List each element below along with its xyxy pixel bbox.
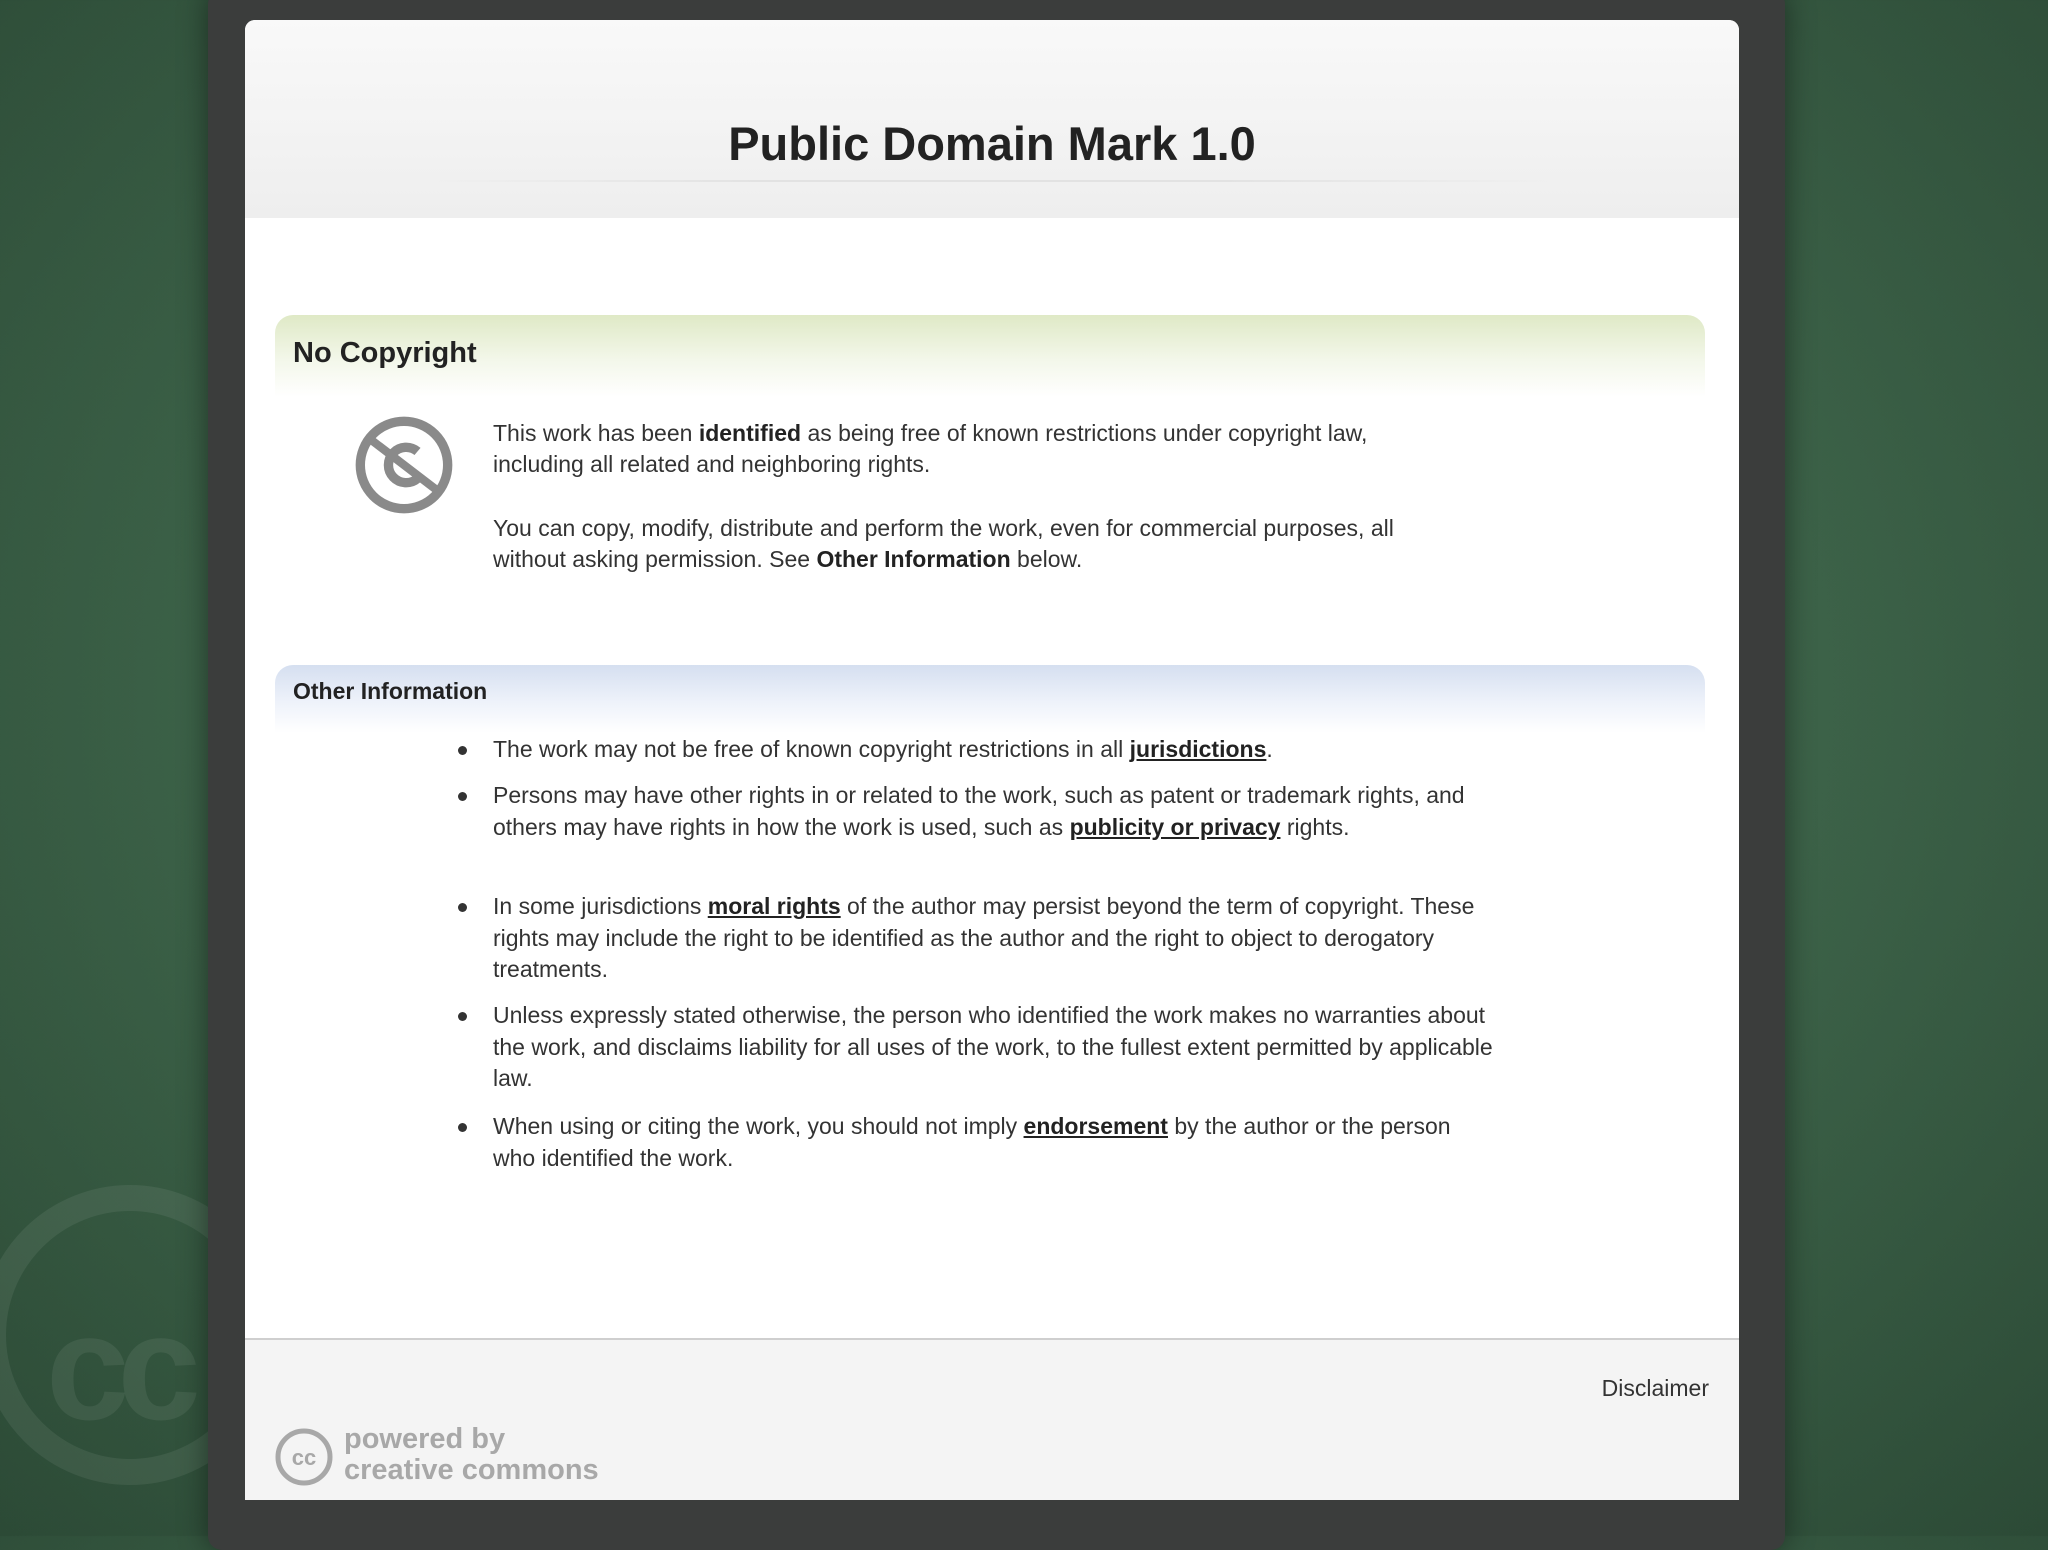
other-information-section-header: Other Information [275,665,1705,733]
list-item: In some jurisdictions moral rights of th… [458,891,1493,986]
page-footer: Disclaimer cc powered by creative common… [245,1340,1739,1500]
list-item: Unless expressly stated otherwise, the p… [458,1000,1493,1095]
header-divider [425,180,1559,182]
no-copyright-description: This work has been identified as being f… [493,420,1368,477]
deed-page: Public Domain Mark 1.0 No Copyright This… [245,20,1739,1500]
bullet-icon [458,903,467,912]
endorsement-link[interactable]: endorsement [1024,1113,1168,1139]
list-item: When using or citing the work, you shoul… [458,1111,1493,1174]
bullet-icon [458,746,467,755]
jurisdictions-link[interactable]: jurisdictions [1130,736,1267,762]
cc-logo-text: cc [292,1445,316,1470]
bullet-icon [458,1012,467,1021]
bullet-icon [458,1123,467,1132]
list-item: The work may not be free of known copyri… [458,734,1493,766]
page-header: Public Domain Mark 1.0 [245,20,1739,218]
creative-commons-line: creative commons [344,1454,599,1486]
identified-term: identified [698,420,802,446]
page-title: Public Domain Mark 1.0 [728,117,1256,170]
moral-rights-link[interactable]: moral rights [708,893,841,919]
usage-permission-text: You can copy, modify, distribute and per… [493,515,1394,572]
creative-commons-logo-icon: cc [275,1428,333,1486]
list-item: Persons may have other rights in or rela… [458,780,1493,843]
disclaimer-link[interactable]: Disclaimer [1602,1375,1709,1402]
no-copyright-section-header: No Copyright [275,315,1705,397]
publicity-or-privacy-link[interactable]: publicity or privacy [1070,814,1281,840]
bullet-icon [458,792,467,801]
no-copyright-heading: No Copyright [293,337,477,369]
no-copyright-icon [355,416,453,514]
other-information-heading: Other Information [293,678,488,704]
other-information-reference: Other Information [816,546,1011,572]
powered-by-text: powered by creative commons [344,1424,704,1486]
powered-by-line: powered by [344,1423,506,1455]
